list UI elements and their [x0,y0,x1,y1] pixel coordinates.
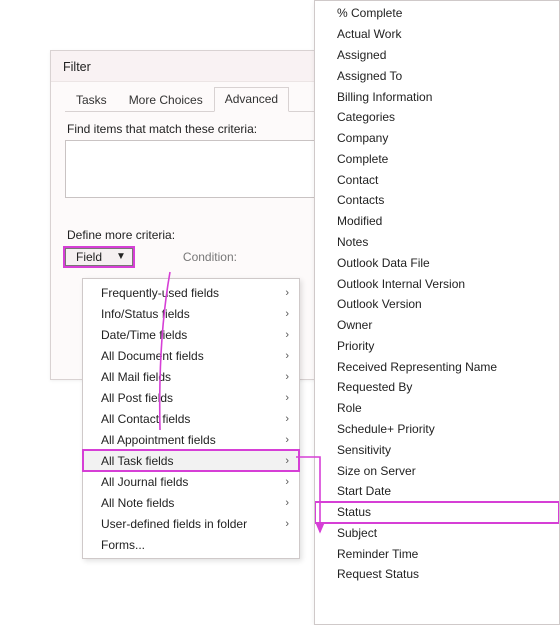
task-field-item[interactable]: Notes [315,232,559,253]
task-field-item[interactable]: Schedule+ Priority [315,419,559,440]
field-dropdown-button[interactable]: Field ▼ [65,248,133,266]
criteria-list[interactable] [65,140,335,198]
chevron-down-icon: ▼ [116,252,126,262]
field-category-item[interactable]: User-defined fields in folder › [83,513,299,534]
task-field-item[interactable]: Received Representing Name [315,356,559,377]
task-field-item[interactable]: Reminder Time [315,543,559,564]
task-field-item[interactable]: Contact [315,169,559,190]
task-field-item[interactable]: Subject [315,523,559,544]
task-field-item[interactable]: Company [315,128,559,149]
task-field-item[interactable]: Contacts [315,190,559,211]
task-field-item[interactable]: Request Status [315,564,559,585]
chevron-right-icon: › [285,455,289,467]
chevron-right-icon: › [285,476,289,488]
menu-item-label: All Post fields [101,391,173,405]
menu-item-label: Forms... [101,538,145,552]
task-field-item[interactable]: Role [315,398,559,419]
tab-advanced[interactable]: Advanced [214,87,289,112]
task-field-item[interactable]: Size on Server [315,460,559,481]
chevron-right-icon: › [285,413,289,425]
task-field-item[interactable]: Assigned To [315,65,559,86]
task-field-item[interactable]: Requested By [315,377,559,398]
field-category-item[interactable]: Frequently-used fields › [83,282,299,303]
chevron-right-icon: › [285,287,289,299]
menu-item-label: Info/Status fields [101,307,190,321]
tab-more-choices[interactable]: More Choices [118,88,214,112]
menu-item-label: All Document fields [101,349,204,363]
task-field-item[interactable]: Categories [315,107,559,128]
task-field-item[interactable]: Assigned [315,45,559,66]
chevron-right-icon: › [285,329,289,341]
task-field-item[interactable]: % Complete [315,3,559,24]
field-category-item[interactable]: All Document fields › [83,345,299,366]
menu-item-label: All Mail fields [101,370,171,384]
chevron-right-icon: › [285,350,289,362]
chevron-right-icon: › [285,308,289,320]
chevron-right-icon: › [285,392,289,404]
menu-item-label: All Task fields [101,454,173,468]
field-category-item[interactable]: All Contact fields › [83,408,299,429]
field-category-item[interactable]: All Journal fields › [83,471,299,492]
task-field-item[interactable]: Modified [315,211,559,232]
chevron-right-icon: › [285,518,289,530]
condition-label: Condition: [183,250,237,264]
task-field-item[interactable]: Billing Information [315,86,559,107]
field-category-item[interactable]: Forms... [83,534,299,555]
chevron-right-icon: › [285,434,289,446]
task-field-item[interactable]: Actual Work [315,24,559,45]
field-category-item[interactable]: All Task fields › [83,450,299,471]
menu-item-label: Frequently-used fields [101,286,219,300]
chevron-right-icon: › [285,371,289,383]
field-category-item[interactable]: All Note fields › [83,492,299,513]
task-field-item[interactable]: Outlook Internal Version [315,273,559,294]
field-category-item[interactable]: All Mail fields › [83,366,299,387]
field-category-item[interactable]: All Post fields › [83,387,299,408]
menu-item-label: All Note fields [101,496,174,510]
field-category-menu: Frequently-used fields›Info/Status field… [82,278,300,559]
field-category-item[interactable]: Date/Time fields › [83,324,299,345]
menu-item-label: Date/Time fields [101,328,187,342]
task-field-item[interactable]: Priority [315,336,559,357]
menu-item-label: All Journal fields [101,475,188,489]
task-field-item[interactable]: Complete [315,148,559,169]
task-fields-submenu: % CompleteActual WorkAssignedAssigned To… [314,0,560,625]
field-dropdown-label: Field [76,250,102,264]
task-field-item[interactable]: Outlook Version [315,294,559,315]
task-field-item[interactable]: Start Date [315,481,559,502]
menu-item-label: User-defined fields in folder [101,517,247,531]
task-field-item[interactable]: Outlook Data File [315,252,559,273]
field-category-item[interactable]: All Appointment fields › [83,429,299,450]
task-field-item[interactable]: Sensitivity [315,439,559,460]
task-field-item[interactable]: Owner [315,315,559,336]
tab-tasks[interactable]: Tasks [65,88,118,112]
task-field-item[interactable]: Status [315,502,559,523]
chevron-right-icon: › [285,497,289,509]
menu-item-label: All Contact fields [101,412,190,426]
field-category-item[interactable]: Info/Status fields › [83,303,299,324]
menu-item-label: All Appointment fields [101,433,216,447]
